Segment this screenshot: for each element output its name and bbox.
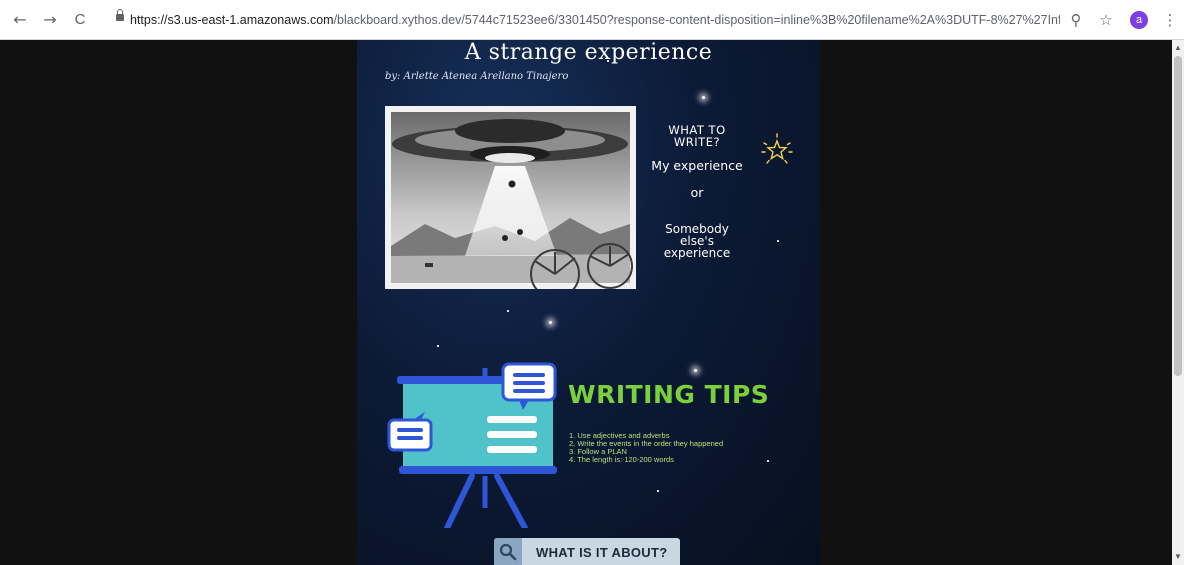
browser-toolbar: ← → C https://s3.us-east-1.amazonaws.com… (0, 0, 1184, 40)
url-path: /blackboard.xythos.dev/5744c71523ee6/330… (333, 13, 1060, 27)
pdf-viewport: A strange experience by: Arlette Atenea … (0, 40, 1172, 565)
scroll-down-arrow-icon[interactable]: ▼ (1172, 551, 1184, 563)
star-decoration (549, 321, 552, 324)
yellow-star-icon (761, 133, 793, 164)
menu-icon[interactable]: ⋮ (1160, 10, 1180, 30)
scrollbar-thumb[interactable] (1174, 56, 1182, 376)
what-to-write-title-line2: WRITE? (673, 135, 721, 149)
search-icon (494, 538, 522, 565)
document-author: by: Arlette Atenea Arellano Tinajero (385, 71, 569, 82)
document-title: A strange experience (464, 40, 713, 65)
star-decoration (437, 345, 439, 347)
lock-icon[interactable] (116, 9, 124, 21)
url-host: https://s3.us-east-1.amazonaws.com (130, 13, 334, 27)
writing-tips-list: 1. Use adjectives and adverbs 2. Write t… (569, 432, 749, 464)
star-decoration (702, 96, 705, 99)
option-my-experience: My experience (651, 158, 743, 173)
star-decoration (507, 310, 509, 312)
zoom-icon[interactable]: ⚲ (1066, 10, 1086, 30)
star-decoration (777, 240, 779, 242)
option-somebody-line3: experience (663, 246, 731, 260)
option-or: or (690, 185, 704, 200)
infographic-page: A strange experience by: Arlette Atenea … (357, 40, 820, 565)
reload-icon[interactable]: C (70, 10, 90, 30)
address-bar[interactable]: https://s3.us-east-1.amazonaws.com/black… (130, 9, 1060, 31)
what-to-write-block: WHAT TO WRITE? My experience or Somebody… (637, 124, 757, 259)
bookmark-star-icon[interactable]: ☆ (1096, 10, 1116, 30)
ufo-illustration (385, 106, 636, 289)
tip-item: 4. The length is: 120-200 words (569, 455, 674, 464)
presentation-board-icon (387, 362, 557, 528)
what-is-it-about-label: WHAT IS IT ABOUT? (536, 545, 668, 560)
profile-avatar[interactable]: a (1130, 11, 1148, 29)
star-decoration (767, 460, 769, 462)
star-decoration (657, 490, 659, 492)
writing-tips-heading: WRITING TIPS (568, 380, 770, 409)
forward-icon[interactable]: → (40, 10, 60, 30)
scrollbar[interactable]: ▲ ▼ (1172, 40, 1184, 565)
back-icon[interactable]: ← (10, 10, 30, 30)
scroll-up-arrow-icon[interactable]: ▲ (1172, 42, 1184, 54)
what-is-it-about-button[interactable]: WHAT IS IT ABOUT? (494, 538, 680, 565)
star-decoration (694, 369, 697, 372)
